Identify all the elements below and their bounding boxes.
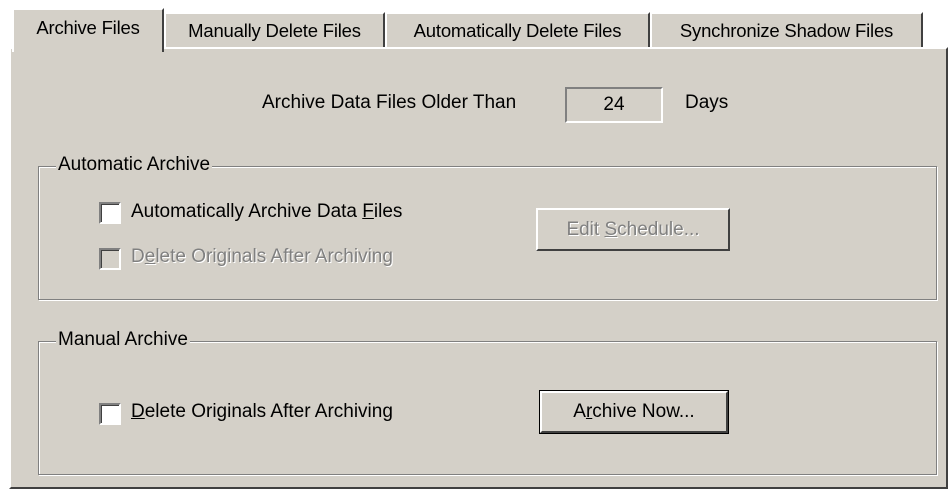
tab-automatically-delete-files-label: Automatically Delete Files: [413, 20, 622, 41]
archive-age-field[interactable]: 24: [565, 87, 663, 123]
tab-archive-files-label: Archive Files: [36, 17, 140, 38]
auto-archive-checkbox[interactable]: [99, 202, 121, 224]
edit-schedule-button[interactable]: Edit Schedule...: [536, 208, 730, 251]
tab-manually-delete-files[interactable]: Manually Delete Files: [164, 12, 385, 48]
manual-delete-originals-label[interactable]: Delete Originals After Archiving: [131, 401, 393, 423]
tab-synchronize-shadow-files-label: Synchronize Shadow Files: [679, 20, 894, 41]
tab-automatically-delete-files[interactable]: Automatically Delete Files: [385, 12, 650, 48]
edit-schedule-button-label: Edit Schedule...: [566, 218, 700, 240]
manual-archive-title: Manual Archive: [56, 329, 190, 351]
tab-archive-files[interactable]: Archive Files: [12, 8, 164, 52]
auto-delete-originals-label[interactable]: Delete Originals After Archiving: [131, 246, 393, 268]
archive-dialog: Archive Files Manually Delete Files Auto…: [0, 0, 951, 491]
manual-delete-originals-checkbox[interactable]: [99, 403, 121, 425]
archive-now-button-label: Archive Now...: [573, 401, 695, 422]
archive-now-button[interactable]: Archive Now...: [539, 390, 729, 434]
tab-manually-delete-files-label: Manually Delete Files: [188, 20, 361, 41]
tab-panel: Archive Data Files Older Than 24 Days Au…: [9, 47, 948, 489]
auto-archive-label[interactable]: Automatically Archive Data Files: [131, 201, 402, 223]
archive-age-label: Archive Data Files Older Than: [262, 92, 517, 113]
automatic-archive-title: Automatic Archive: [56, 154, 213, 176]
archive-age-unit: Days: [685, 92, 729, 113]
tab-synchronize-shadow-files[interactable]: Synchronize Shadow Files: [650, 12, 923, 48]
auto-delete-originals-checkbox[interactable]: [99, 248, 121, 270]
automatic-archive-group: [38, 166, 937, 300]
archive-age-value: 24: [603, 94, 625, 115]
